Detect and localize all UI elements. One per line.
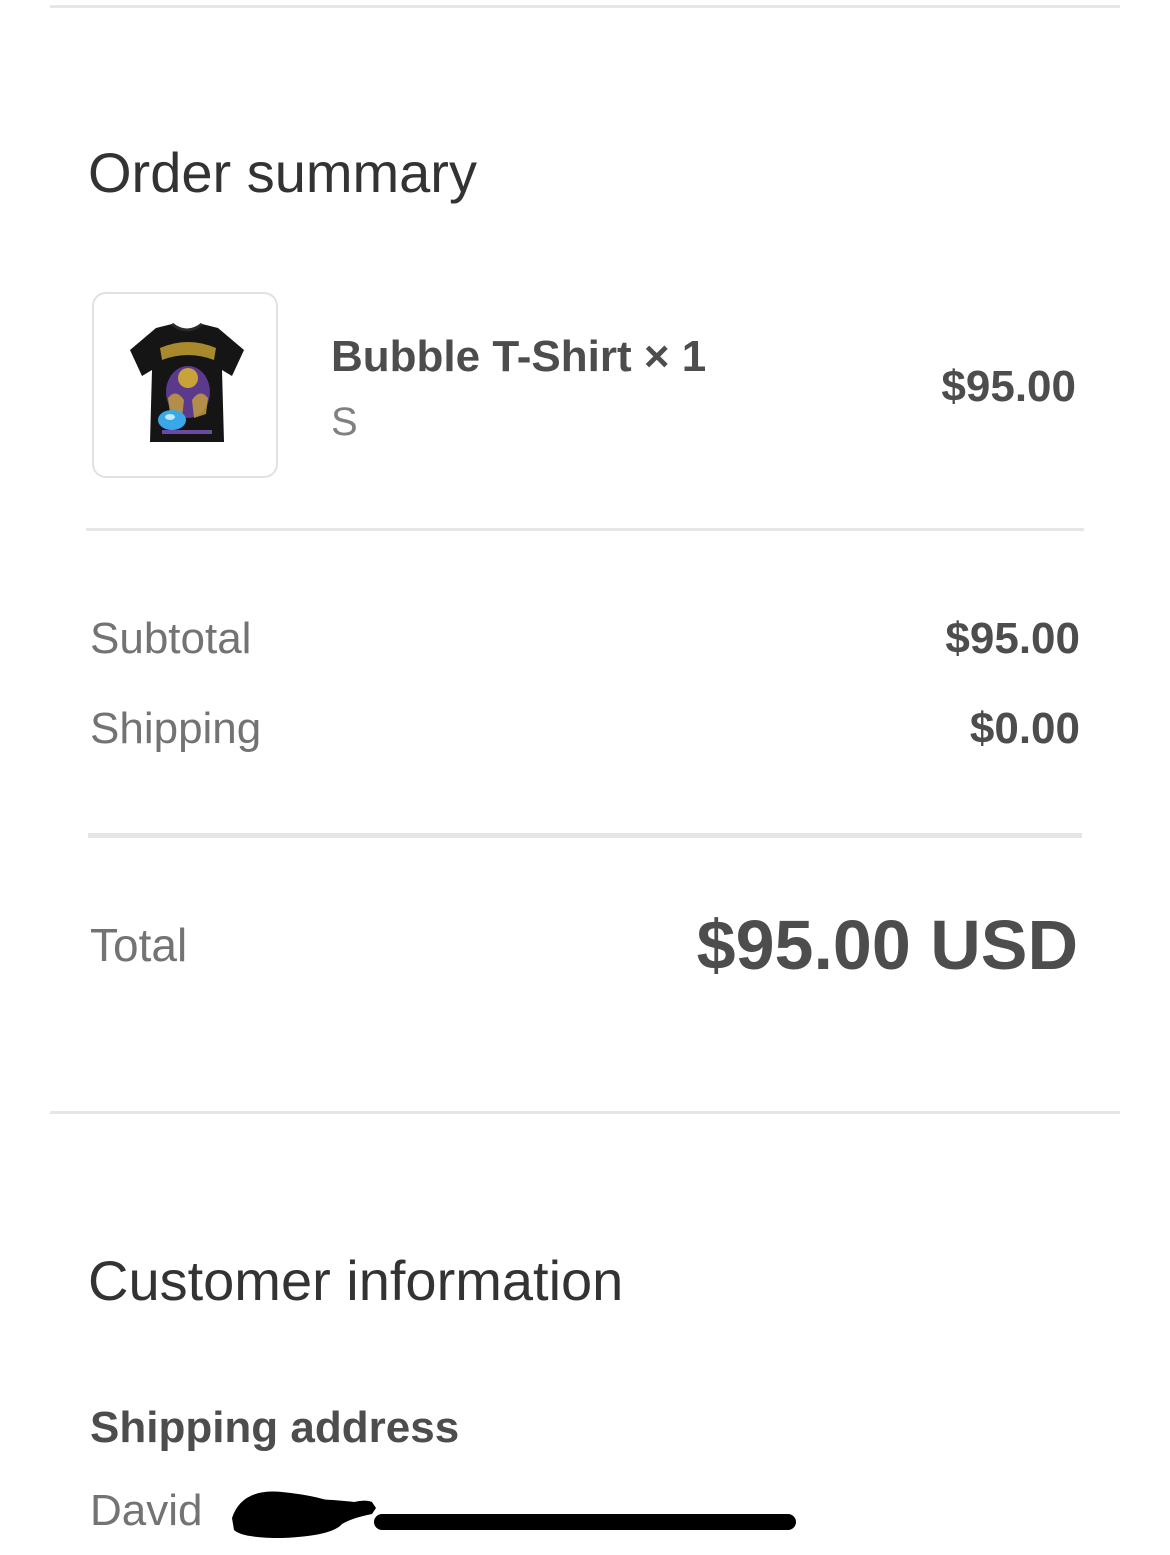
product-thumbnail [92,292,278,478]
costs-divider [88,833,1082,838]
product-variant: S [331,400,358,444]
product-price: $95.00 [941,362,1076,411]
subtotal-label: Subtotal [90,614,252,663]
shipping-address-name: David [90,1486,203,1535]
order-summary-title: Order summary [88,141,477,204]
shipping-label: Shipping [90,704,262,753]
product-name: Bubble T-Shirt × 1 [331,332,707,381]
subtotal-value: $95.00 [945,614,1080,663]
redaction-scribble [232,1491,796,1538]
shipping-value: $0.00 [969,704,1080,753]
total-label: Total [90,919,188,971]
top-divider [50,5,1120,8]
shipping-address-heading: Shipping address [90,1403,460,1452]
total-value: $95.00 USD [696,906,1078,984]
item-divider [86,528,1084,531]
tshirt-icon [130,322,244,442]
section-divider [50,1111,1120,1114]
customer-information-title: Customer information [88,1249,624,1312]
